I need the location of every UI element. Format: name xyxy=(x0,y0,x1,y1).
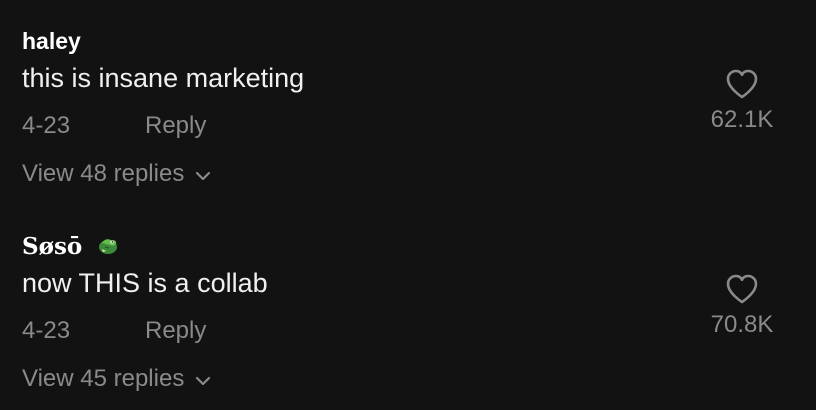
reply-button[interactable]: Reply xyxy=(145,317,206,345)
chevron-down-icon xyxy=(196,171,211,181)
crocodile-emoji-icon xyxy=(99,239,118,254)
comment-username[interactable]: haley xyxy=(22,28,81,55)
comment-item: haley this is insane marketing 4-23 Repl… xyxy=(0,0,816,205)
chevron-down-icon xyxy=(196,376,211,386)
like-block: 62.1K xyxy=(692,68,792,134)
view-replies-label: View 45 replies xyxy=(22,365,185,392)
view-replies-button[interactable]: View 48 replies xyxy=(22,160,212,188)
like-block: 70.8K xyxy=(692,273,792,339)
comment-username: Søsō xyxy=(22,233,83,260)
comment-date: 4-23 xyxy=(22,112,71,139)
reply-button[interactable]: Reply xyxy=(145,112,206,140)
view-replies-button[interactable]: View 45 replies xyxy=(22,365,212,393)
comment-item: Søsō now THIS is a collab 4-23 Reply Vie… xyxy=(0,205,816,410)
comment-date: 4-23 xyxy=(22,317,71,344)
view-replies-label: View 48 replies xyxy=(22,160,185,187)
comment-text: this is insane marketing xyxy=(22,63,305,93)
comment-username-wrap[interactable]: Søsō xyxy=(22,233,120,260)
heart-outline-icon[interactable] xyxy=(725,273,759,305)
like-count: 62.1K xyxy=(710,106,774,133)
comment-text: now THIS is a collab xyxy=(22,268,268,298)
heart-outline-icon[interactable] xyxy=(725,68,759,100)
like-count: 70.8K xyxy=(710,311,774,338)
